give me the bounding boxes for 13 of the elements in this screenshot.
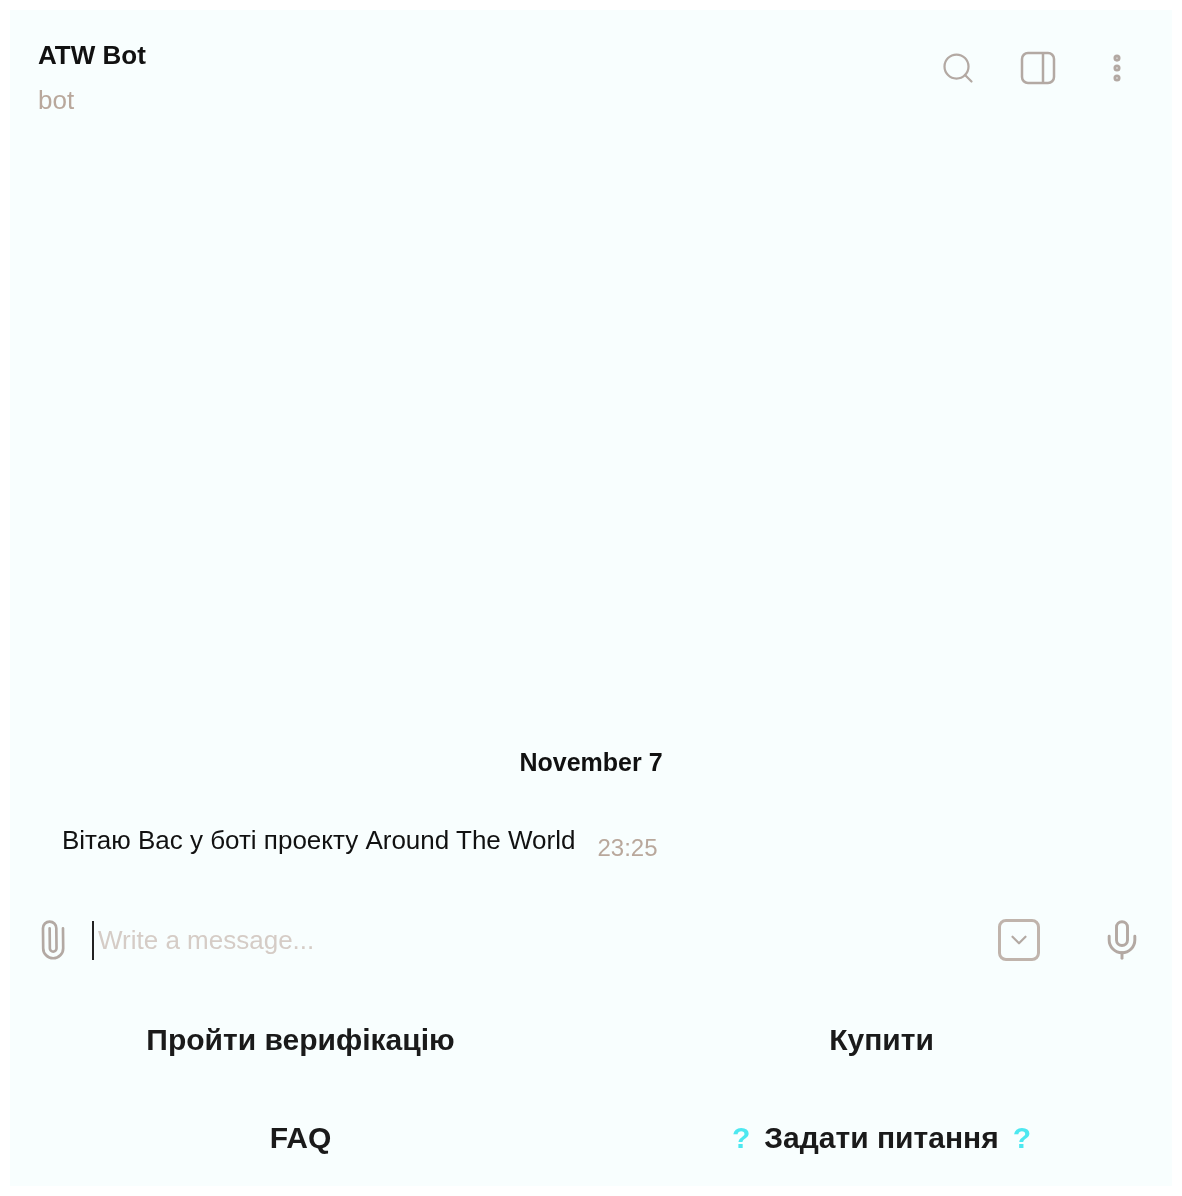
chat-title: ATW Bot — [38, 39, 146, 72]
bot-keyboard-toggle[interactable] — [998, 919, 1040, 961]
keyboard-button[interactable]: ? Задати питання ? — [591, 1088, 1172, 1186]
message-time: 23:25 — [597, 833, 658, 863]
sidebar-panel-icon[interactable] — [1020, 51, 1056, 85]
message-text: Вітаю Вас у боті проекту Around The World — [62, 824, 576, 857]
chat-subtitle: bot — [38, 84, 76, 117]
search-icon[interactable] — [940, 50, 976, 86]
message-input[interactable]: Write a message... — [92, 920, 978, 960]
date-separator: November 7 — [519, 746, 663, 778]
keyboard-button[interactable]: Пройти верифікацію — [10, 990, 591, 1088]
keyboard-button[interactable]: Купити — [591, 990, 1172, 1088]
keyboard-button[interactable]: FAQ — [10, 1088, 591, 1186]
